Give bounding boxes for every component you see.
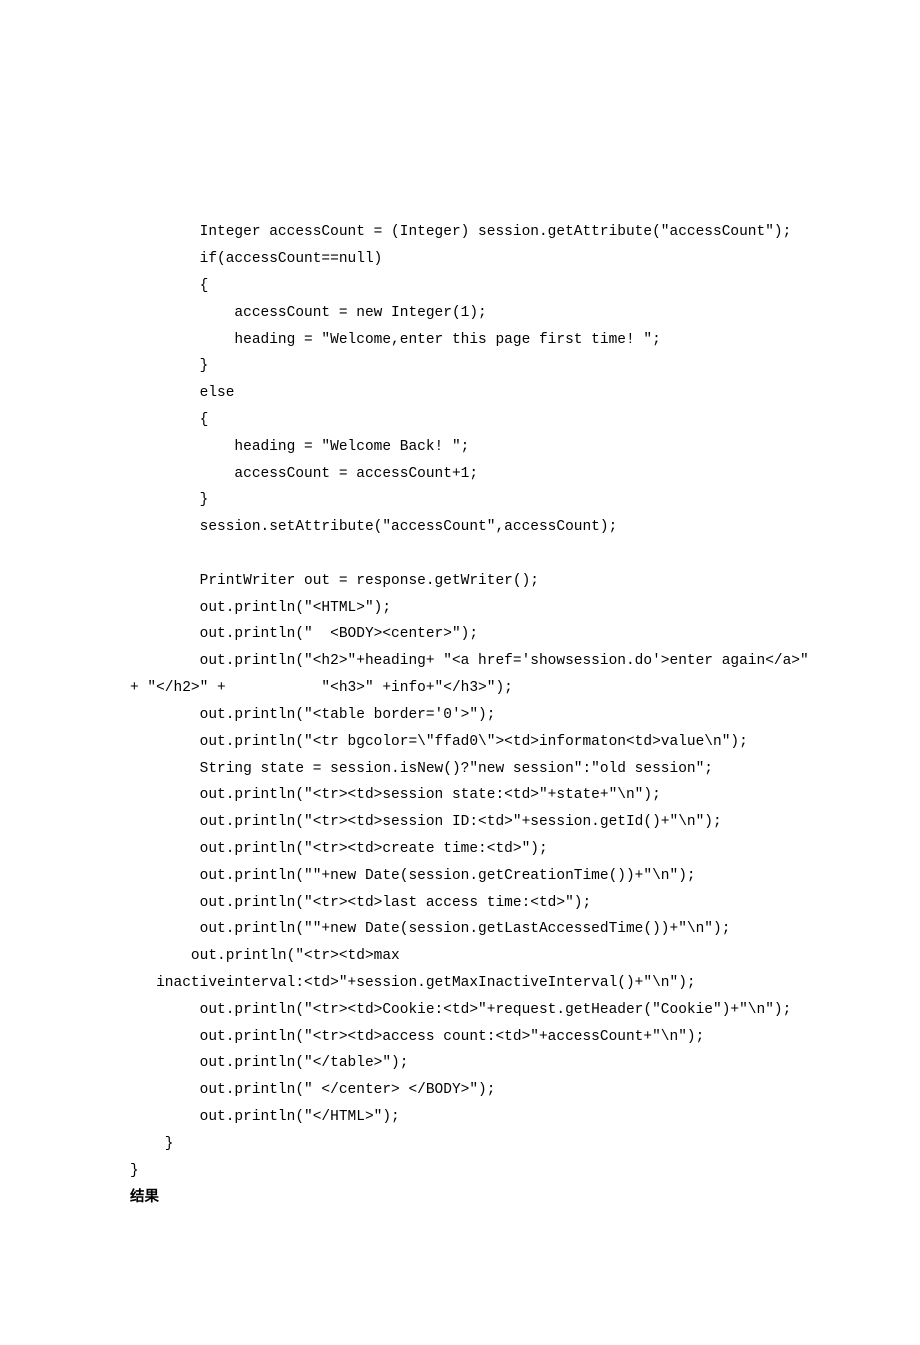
code-line: + "</h2>" + "<h3>" +info+"</h3>"); [130,680,513,696]
code-line: out.println("<tr><td>access count:<td>"+… [130,1029,704,1045]
code-line: Integer accessCount = (Integer) session.… [130,224,791,240]
code-line: } [130,1136,174,1152]
code-line: out.println("<tr><td>create time:<td>"); [130,841,548,857]
code-line: out.println("<h2>"+heading+ "<a href='sh… [130,653,809,669]
code-line: PrintWriter out = response.getWriter(); [130,573,539,589]
code-line: out.println(""+new Date(session.getCreat… [130,868,696,884]
code-line: } [130,492,208,508]
code-line: inactiveinterval:<td>"+session.getMaxIna… [130,975,696,991]
code-line: heading = "Welcome,enter this page first… [130,332,661,348]
code-line: out.println("<tr><td>session state:<td>"… [130,787,661,803]
code-line: out.println("</HTML>"); [130,1109,400,1125]
code-line: out.println(" </center> </BODY>"); [130,1082,495,1098]
code-line: out.println("<tr><td>Cookie:<td>"+reques… [130,1002,791,1018]
code-line: } [130,358,208,374]
code-line: out.println("<tr bgcolor=\"ffad0\"><td>i… [130,734,748,750]
code-line: } [130,1163,139,1179]
code-line: { [130,412,208,428]
code-line: else [130,385,234,401]
code-line: out.println(" <BODY><center>"); [130,626,478,642]
code-line: out.println("</table>"); [130,1055,408,1071]
code-line: out.println("<table border='0'>"); [130,707,495,723]
code-line: out.println("<tr><td>last access time:<t… [130,895,591,911]
code-line: String state = session.isNew()?"new sess… [130,761,713,777]
code-line: { [130,278,208,294]
result-heading: 结果 [130,1190,159,1206]
code-line: out.println(""+new Date(session.getLastA… [130,921,730,937]
code-line: accessCount = new Integer(1); [130,305,487,321]
code-block: Integer accessCount = (Integer) session.… [130,219,860,1211]
code-line: session.setAttribute("accessCount",acces… [130,519,617,535]
code-line: out.println("<tr><td>max [130,948,400,964]
code-line: out.println("<HTML>"); [130,600,391,616]
code-line: heading = "Welcome Back! "; [130,439,469,455]
code-line: out.println("<tr><td>session ID:<td>"+se… [130,814,722,830]
code-line: accessCount = accessCount+1; [130,466,478,482]
code-line: if(accessCount==null) [130,251,382,267]
